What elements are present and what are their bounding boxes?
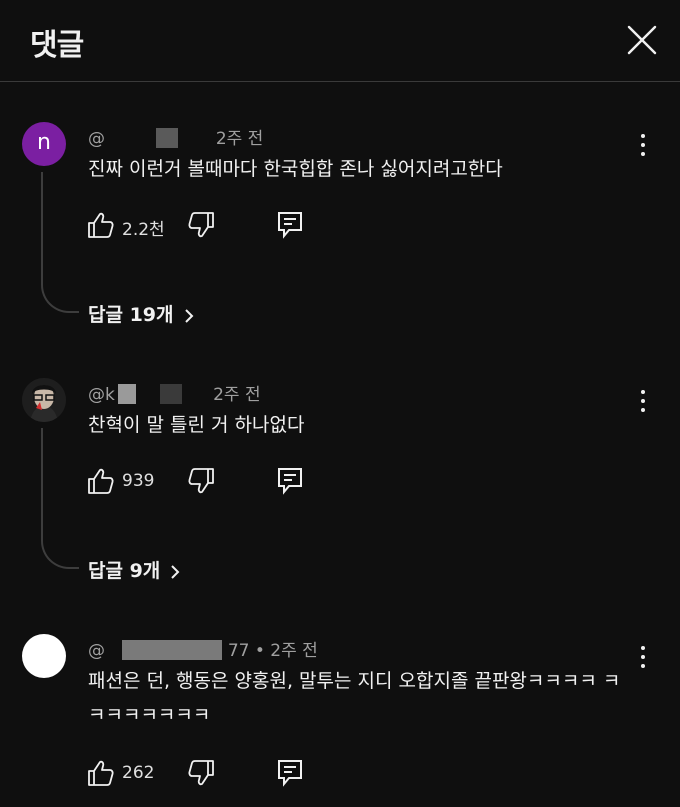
dislike-icon[interactable] (186, 210, 216, 244)
comment-text: 찬혁이 말 틀린 거 하나없다 (88, 414, 305, 436)
like-count: 2.2천 (122, 220, 165, 240)
author-handle[interactable]: @ (88, 129, 105, 149)
like-icon[interactable] (86, 758, 116, 792)
comment-time: 2주 전 (215, 129, 264, 149)
replies-label: 답글 9개 (88, 560, 161, 582)
like-icon[interactable] (86, 210, 116, 244)
comment-actions: 262 (86, 758, 326, 792)
like-count: 939 (122, 471, 155, 491)
view-replies-button[interactable]: 답글 19개 (88, 300, 194, 327)
comment-actions: 2.2천 (86, 210, 326, 244)
thread-line (41, 172, 79, 313)
comment-time: 2주 전 (213, 385, 261, 405)
redacted-name (159, 384, 182, 404)
dislike-icon[interactable] (186, 466, 216, 500)
author-handle[interactable]: @ (88, 641, 105, 661)
redacted-name (118, 384, 137, 404)
redacted-name (156, 128, 179, 148)
page-title: 댓글 (30, 28, 84, 63)
replies-label: 답글 19개 (88, 304, 174, 326)
thread-line (41, 428, 79, 569)
chevron-right-icon (184, 309, 193, 323)
reply-icon[interactable] (276, 466, 304, 500)
avatar-letter: n (37, 130, 51, 155)
avatar-illustration-icon (22, 378, 66, 422)
reply-icon[interactable] (276, 758, 304, 792)
author-handle-suffix: 77 (227, 641, 250, 661)
chevron-right-icon (171, 565, 180, 579)
reply-icon[interactable] (276, 210, 304, 244)
avatar[interactable] (22, 634, 66, 678)
comment-text: 진짜 이런거 볼때마다 한국힙합 존나 싫어지려고한다 (88, 158, 503, 180)
close-icon[interactable] (624, 22, 660, 58)
comments-header: 댓글 (0, 0, 680, 82)
like-icon[interactable] (86, 466, 116, 500)
comment-text: 패션은 던, 행동은 양홍원, 말투는 지디 오합지졸 끝판왕ㅋㅋㅋㅋ ㅋㅋㅋㅋ… (88, 670, 621, 726)
comment-meta: @k 2주 전 (88, 380, 261, 405)
author-handle[interactable]: @k (88, 385, 115, 405)
dislike-icon[interactable] (186, 758, 216, 792)
like-count: 262 (122, 763, 155, 783)
comment-time: • 2주 전 (254, 641, 318, 661)
avatar[interactable] (22, 378, 66, 422)
comment-actions: 939 (86, 466, 326, 500)
view-replies-button[interactable]: 답글 9개 (88, 556, 180, 583)
comment-meta: @ 2주 전 (88, 124, 263, 149)
avatar[interactable]: n (22, 122, 66, 166)
comment-meta: @ 77 • 2주 전 (88, 636, 318, 661)
redacted-name (122, 640, 223, 660)
header-divider-notch (170, 82, 188, 88)
